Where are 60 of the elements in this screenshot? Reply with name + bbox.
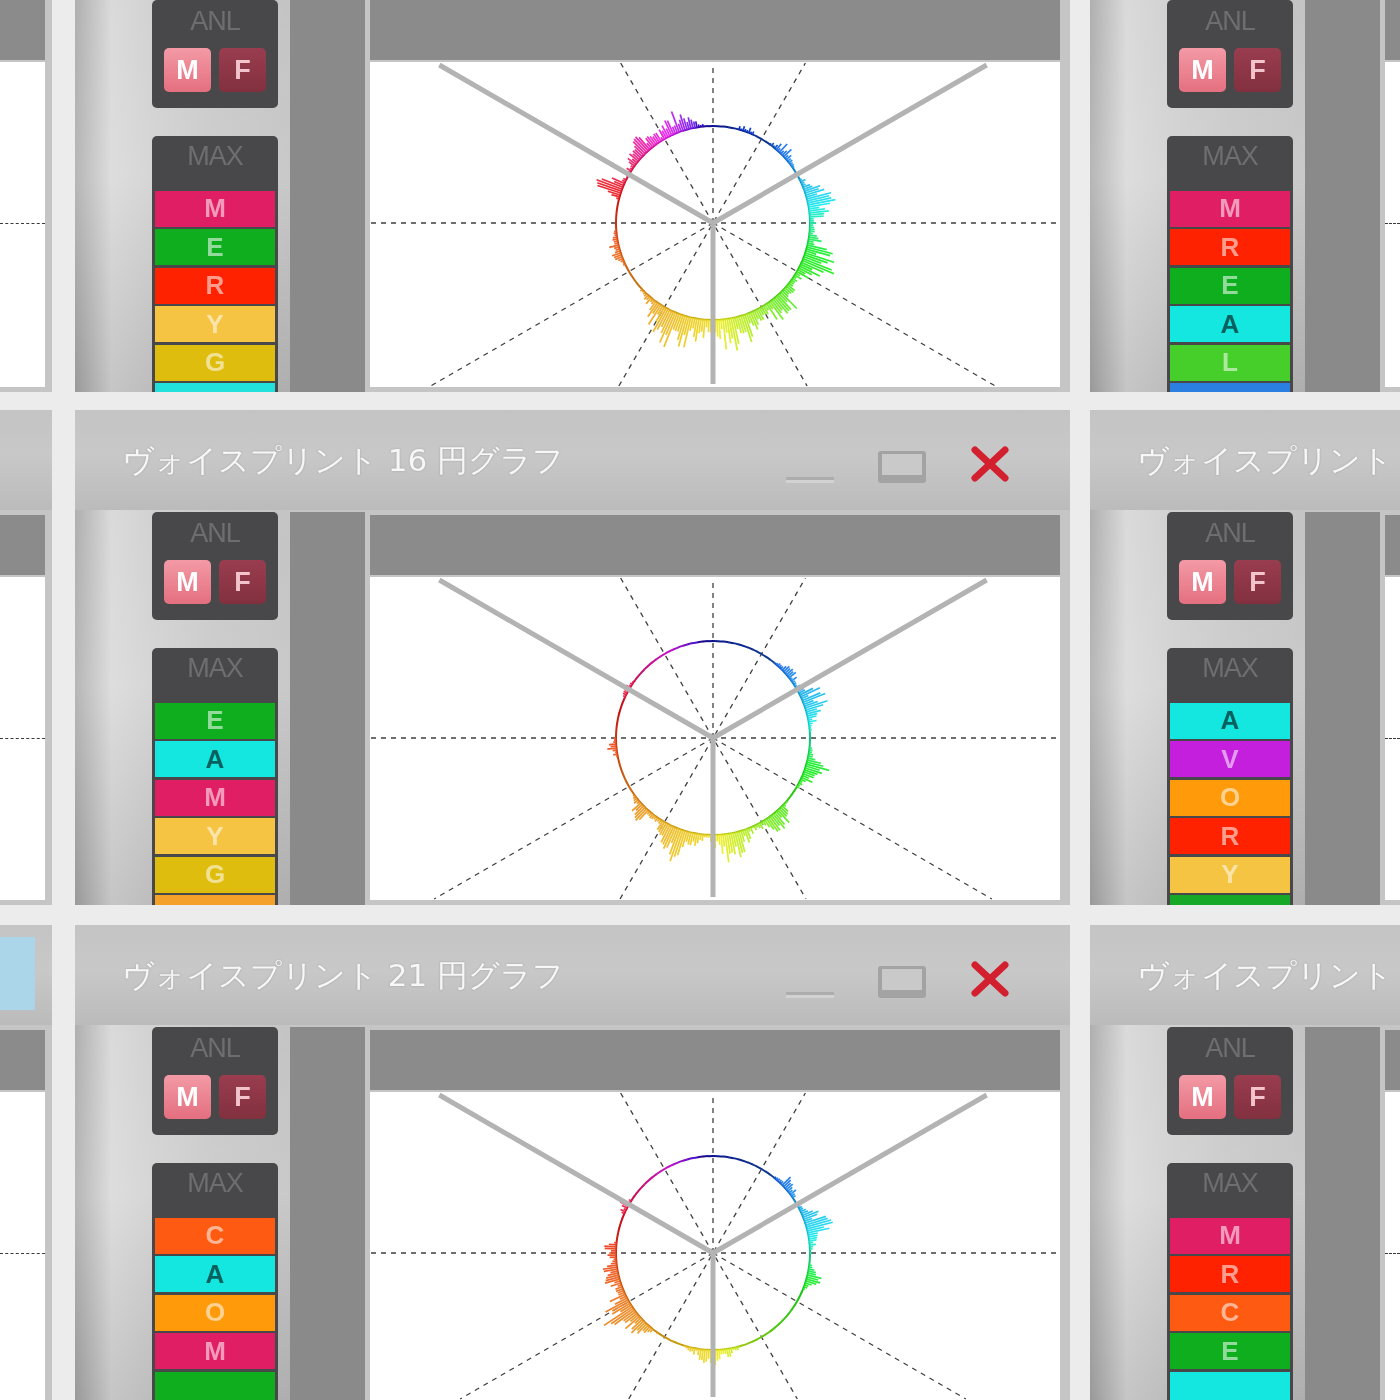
close-icon xyxy=(970,445,1010,483)
color-tag: R xyxy=(1170,229,1290,265)
mode-button[interactable]: M xyxy=(164,48,211,92)
mode-button[interactable]: M xyxy=(1179,560,1226,604)
close-icon xyxy=(970,960,1010,998)
dashed-guide-line xyxy=(1385,223,1400,224)
graph-header-bar xyxy=(1385,0,1400,60)
mode-button[interactable]: M xyxy=(1179,1075,1226,1119)
color-tag: L xyxy=(1170,344,1290,381)
close-button[interactable] xyxy=(970,443,1010,483)
minimize-icon xyxy=(786,992,834,998)
graph-header-bar xyxy=(0,0,45,60)
graph-header-bar xyxy=(0,1030,45,1090)
color-tag: R xyxy=(155,267,275,304)
mode-button[interactable]: F xyxy=(219,1075,266,1119)
color-tag: M xyxy=(155,190,275,227)
color-tag: C xyxy=(1170,1294,1290,1331)
color-tag: R xyxy=(1170,1256,1290,1292)
color-tag: C xyxy=(155,1217,275,1254)
color-tag: A xyxy=(155,741,275,777)
color-tag: M xyxy=(1170,190,1290,227)
color-tag: M xyxy=(1170,1217,1290,1254)
mode-button[interactable]: M xyxy=(164,560,211,604)
mode-button[interactable]: M xyxy=(164,1075,211,1119)
dashed-guide-line xyxy=(0,223,45,224)
mode-button[interactable]: F xyxy=(219,48,266,92)
graph-header-bar xyxy=(1385,515,1400,575)
graph-header-bar xyxy=(1385,1030,1400,1090)
graph-header-bar xyxy=(0,515,45,575)
color-tag: G xyxy=(155,856,275,893)
mode-button[interactable]: F xyxy=(1234,1075,1281,1119)
color-tag: E xyxy=(1170,1333,1290,1369)
color-tag: Y xyxy=(155,306,275,342)
close-button[interactable] xyxy=(970,958,1010,998)
mode-button[interactable]: F xyxy=(1234,560,1281,604)
color-tag: G xyxy=(155,344,275,381)
color-tag: O xyxy=(1170,779,1290,816)
color-tag: M xyxy=(155,779,275,816)
color-tag: V xyxy=(1170,741,1290,777)
color-tag: Y xyxy=(155,818,275,854)
mode-button[interactable]: M xyxy=(1179,48,1226,92)
color-tag: E xyxy=(155,229,275,265)
color-tag: A xyxy=(155,1256,275,1292)
color-tag: M xyxy=(155,1333,275,1369)
dashed-guide-line xyxy=(0,738,45,739)
color-tag: Y xyxy=(1170,856,1290,893)
color-tag: O xyxy=(155,1294,275,1331)
dashed-guide-line xyxy=(1385,738,1400,739)
mode-button[interactable]: F xyxy=(1234,48,1281,92)
minimize-icon xyxy=(786,477,834,483)
color-tag: E xyxy=(1170,267,1290,304)
maximize-icon xyxy=(878,966,926,998)
color-tag: A xyxy=(1170,702,1290,739)
color-tag: A xyxy=(1170,306,1290,342)
dashed-guide-line xyxy=(1385,1253,1400,1254)
color-tag: R xyxy=(1170,818,1290,854)
maximize-icon xyxy=(878,451,926,483)
dashed-guide-line xyxy=(0,1253,45,1254)
mode-button[interactable]: F xyxy=(219,560,266,604)
color-tag: E xyxy=(155,702,275,739)
